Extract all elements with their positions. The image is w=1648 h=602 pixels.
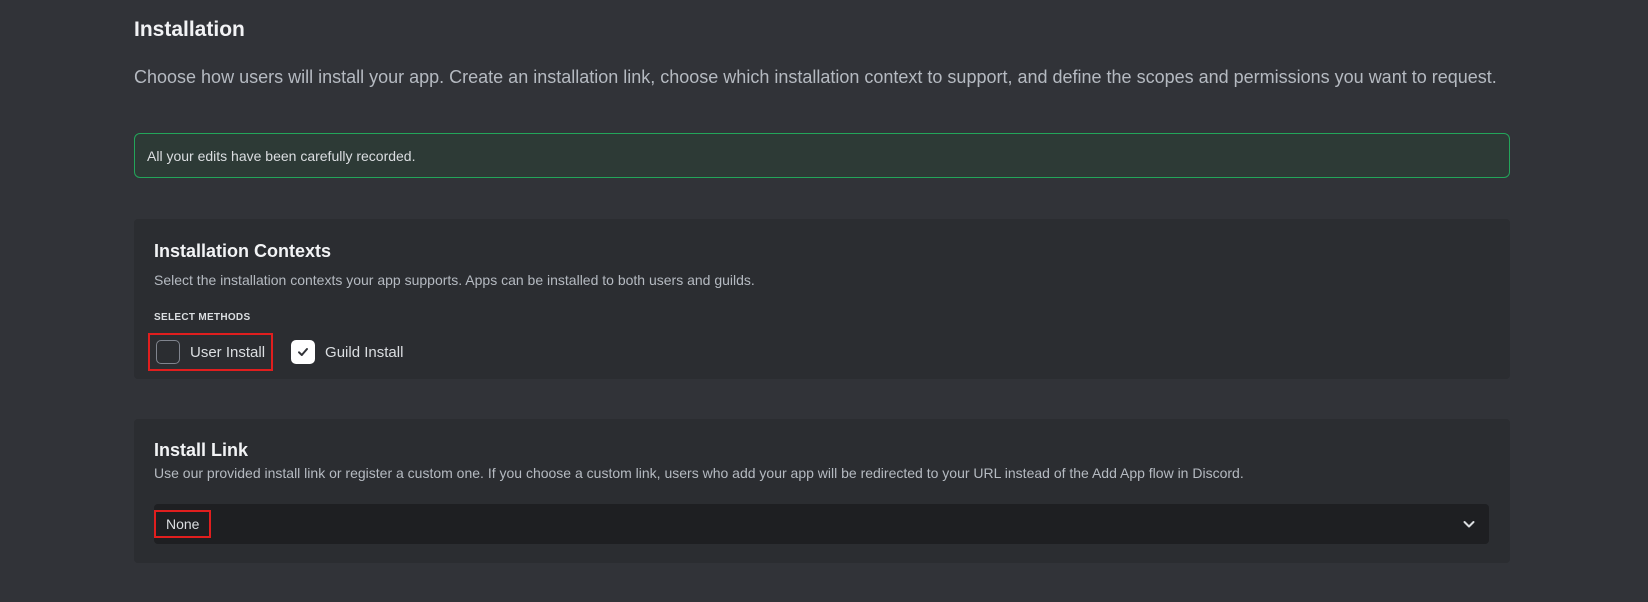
user-install-checkbox[interactable]: [156, 340, 180, 364]
install-link-card: Install Link Use our provided install li…: [134, 419, 1510, 563]
install-link-select[interactable]: None: [154, 504, 1489, 544]
installation-contexts-card: Installation Contexts Select the install…: [134, 219, 1510, 379]
install-link-description: Use our provided install link or registe…: [154, 465, 1244, 481]
saved-notice-text: All your edits have been carefully recor…: [147, 147, 416, 164]
install-link-selected-value: None: [154, 510, 212, 538]
page-description: Choose how users will install your app. …: [134, 67, 1497, 87]
chevron-down-icon[interactable]: [1459, 514, 1479, 534]
installation-contexts-title: Installation Contexts: [154, 241, 332, 261]
installation-contexts-description: Select the installation contexts your ap…: [154, 272, 755, 288]
install-methods: User Install Guild Install: [148, 333, 409, 371]
guild-install-checkbox[interactable]: [291, 340, 316, 364]
saved-notice: All your edits have been carefully recor…: [134, 133, 1510, 178]
user-install-label: User Install: [190, 343, 266, 361]
install-link-title: Install Link: [154, 440, 249, 460]
select-methods-label: SELECT METHODS: [154, 312, 251, 323]
page-title: Installation: [134, 18, 245, 41]
user-install-option[interactable]: User Install: [148, 333, 274, 371]
guild-install-label: Guild Install: [325, 343, 404, 361]
guild-install-option[interactable]: Guild Install: [285, 333, 409, 371]
checkmark-icon: [298, 348, 309, 356]
